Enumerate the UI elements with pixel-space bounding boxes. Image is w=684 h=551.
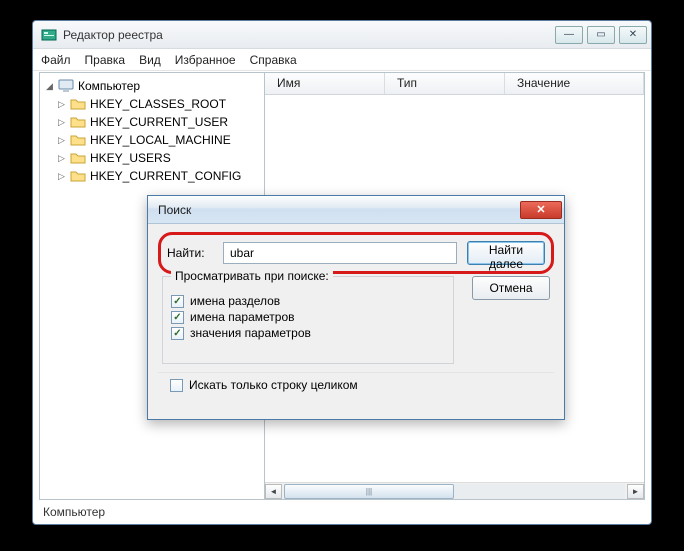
column-type[interactable]: Тип bbox=[385, 73, 505, 94]
minimize-button[interactable]: — bbox=[555, 26, 583, 44]
folder-icon bbox=[70, 114, 86, 130]
window-title: Редактор реестра bbox=[63, 28, 551, 42]
checkbox-label: имена разделов bbox=[190, 294, 280, 308]
tree-item-label: HKEY_USERS bbox=[90, 151, 171, 165]
cancel-button[interactable]: Отмена bbox=[472, 276, 550, 300]
computer-icon bbox=[58, 78, 74, 94]
dialog-close-button[interactable]: ✕ bbox=[520, 201, 562, 219]
find-input[interactable] bbox=[223, 242, 457, 264]
group-legend: Просматривать при поиске: bbox=[171, 269, 333, 283]
statusbar: Компьютер bbox=[37, 502, 647, 522]
menu-edit[interactable]: Правка bbox=[85, 53, 126, 67]
folder-icon bbox=[70, 168, 86, 184]
titlebar[interactable]: Редактор реестра — ▭ ✕ bbox=[33, 21, 651, 49]
checkbox-icon[interactable] bbox=[170, 379, 183, 392]
menu-favorites[interactable]: Избранное bbox=[175, 53, 236, 67]
collapse-icon[interactable]: ◢ bbox=[46, 81, 56, 92]
scroll-right-button[interactable]: ► bbox=[627, 484, 644, 499]
tree-item-label: HKEY_LOCAL_MACHINE bbox=[90, 133, 231, 147]
tree-item[interactable]: ▷ HKEY_CURRENT_USER bbox=[40, 113, 264, 131]
checkbox-label: имена параметров bbox=[190, 310, 295, 324]
scroll-track[interactable]: ||| bbox=[284, 484, 625, 499]
find-next-button[interactable]: Найти далее bbox=[467, 241, 545, 265]
column-name[interactable]: Имя bbox=[265, 73, 385, 94]
maximize-button[interactable]: ▭ bbox=[587, 26, 615, 44]
menubar: Файл Правка Вид Избранное Справка bbox=[33, 49, 651, 71]
list-header[interactable]: Имя Тип Значение bbox=[265, 73, 644, 95]
tree-item[interactable]: ▷ HKEY_USERS bbox=[40, 149, 264, 167]
checkbox-whole-string[interactable]: Искать только строку целиком bbox=[170, 378, 358, 392]
dialog-title: Поиск bbox=[158, 203, 191, 217]
tree-item[interactable]: ▷ HKEY_CURRENT_CONFIG bbox=[40, 167, 264, 185]
checkbox-icon[interactable]: ✓ bbox=[171, 327, 184, 340]
column-value[interactable]: Значение bbox=[505, 73, 644, 94]
close-button[interactable]: ✕ bbox=[619, 26, 647, 44]
expand-icon[interactable]: ▷ bbox=[58, 153, 68, 164]
horizontal-scrollbar[interactable]: ◄ ||| ► bbox=[265, 482, 644, 499]
menu-file[interactable]: Файл bbox=[41, 53, 71, 67]
expand-icon[interactable]: ▷ bbox=[58, 99, 68, 110]
look-at-group: Просматривать при поиске: ✓ имена раздел… bbox=[162, 276, 454, 364]
statusbar-path: Компьютер bbox=[43, 505, 105, 519]
expand-icon[interactable]: ▷ bbox=[58, 171, 68, 182]
checkbox-label: значения параметров bbox=[190, 326, 311, 340]
regedit-icon bbox=[41, 27, 57, 43]
tree-item[interactable]: ▷ HKEY_LOCAL_MACHINE bbox=[40, 131, 264, 149]
tree-item-label: HKEY_CLASSES_ROOT bbox=[90, 97, 226, 111]
menu-help[interactable]: Справка bbox=[250, 53, 297, 67]
folder-icon bbox=[70, 96, 86, 112]
find-label: Найти: bbox=[167, 246, 213, 260]
menu-view[interactable]: Вид bbox=[139, 53, 161, 67]
expand-icon[interactable]: ▷ bbox=[58, 135, 68, 146]
tree-item[interactable]: ▷ HKEY_CLASSES_ROOT bbox=[40, 95, 264, 113]
tree-item-label: HKEY_CURRENT_USER bbox=[90, 115, 228, 129]
find-dialog: Поиск ✕ Найти: Найти далее Отмена Просма… bbox=[147, 195, 565, 420]
checkbox-label: Искать только строку целиком bbox=[189, 378, 358, 392]
tree-root-label: Компьютер bbox=[78, 79, 140, 93]
dialog-titlebar[interactable]: Поиск ✕ bbox=[148, 196, 564, 224]
tree-item-label: HKEY_CURRENT_CONFIG bbox=[90, 169, 241, 183]
scroll-thumb[interactable]: ||| bbox=[284, 484, 454, 499]
scroll-left-button[interactable]: ◄ bbox=[265, 484, 282, 499]
folder-icon bbox=[70, 150, 86, 166]
checkbox-data[interactable]: ✓ значения параметров bbox=[171, 323, 445, 343]
checkbox-icon[interactable]: ✓ bbox=[171, 295, 184, 308]
separator bbox=[158, 372, 554, 373]
folder-icon bbox=[70, 132, 86, 148]
tree-root[interactable]: ◢ Компьютер bbox=[40, 77, 264, 95]
checkbox-icon[interactable]: ✓ bbox=[171, 311, 184, 324]
highlight-ring: Найти: Найти далее bbox=[158, 232, 554, 274]
expand-icon[interactable]: ▷ bbox=[58, 117, 68, 128]
